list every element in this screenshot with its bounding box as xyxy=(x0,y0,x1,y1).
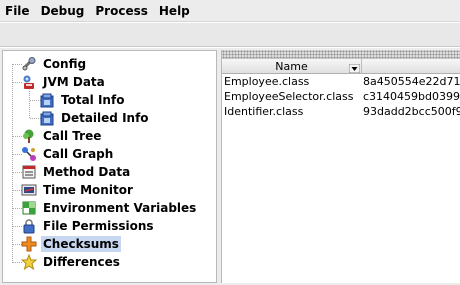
file-name-cell: Identifier.class xyxy=(224,105,304,118)
file-name-cell: EmployeeSelector.class xyxy=(224,90,354,103)
toolbar xyxy=(0,23,460,47)
total-info-icon xyxy=(39,92,55,108)
menu-bar: File Debug Process Help xyxy=(0,0,460,22)
navigation-tree: Config JVM Data Total Info Detailed Info xyxy=(2,50,217,283)
call-tree-icon xyxy=(21,128,37,144)
environment-variables-icon xyxy=(21,200,37,216)
tree-node-checksums[interactable]: Checksums xyxy=(21,235,121,253)
file-name-cell: Employee.class xyxy=(224,75,310,88)
tree-node-method-data[interactable]: Method Data xyxy=(21,163,132,181)
tree-node-differences[interactable]: Differences xyxy=(20,253,122,271)
tree-node-file-permissions[interactable]: File Permissions xyxy=(21,217,156,235)
column-header-checksum[interactable] xyxy=(363,59,460,74)
detailed-info-icon xyxy=(39,110,55,126)
tree-node-time-monitor[interactable]: Time Monitor xyxy=(21,181,135,199)
menu-help[interactable]: Help xyxy=(154,0,196,22)
method-data-icon xyxy=(21,164,37,180)
file-permissions-icon xyxy=(21,218,37,234)
checksum-table-panel: Name Employee.class 8a450554e22d71c7 Emp… xyxy=(221,50,460,283)
tree-node-call-tree[interactable]: Call Tree xyxy=(21,127,103,145)
jvm-data-icon xyxy=(21,74,37,90)
tree-node-call-graph[interactable]: Call Graph xyxy=(21,145,115,163)
tree-node-config[interactable]: Config xyxy=(21,55,88,73)
differences-icon xyxy=(20,253,38,271)
sort-descending-icon[interactable] xyxy=(348,62,361,74)
table-row[interactable]: EmployeeSelector.class c3140459bd039927 xyxy=(222,89,460,104)
table-header: Name xyxy=(222,59,460,74)
checksum-cell: 8a450554e22d71c7 xyxy=(363,75,460,88)
panel-grip[interactable] xyxy=(222,50,460,59)
menu-process[interactable]: Process xyxy=(90,0,154,22)
checksums-icon xyxy=(21,236,37,252)
column-header-name[interactable]: Name xyxy=(222,59,362,74)
main-area: Config JVM Data Total Info Detailed Info xyxy=(0,48,460,285)
table-row[interactable]: Identifier.class 93dadd2bcc500f9b xyxy=(222,104,460,119)
tree-node-environment-variables[interactable]: Environment Variables xyxy=(21,199,198,217)
tree-node-total-info[interactable]: Total Info xyxy=(39,91,126,109)
tree-node-detailed-info[interactable]: Detailed Info xyxy=(39,109,151,127)
menu-debug[interactable]: Debug xyxy=(36,0,91,22)
checksum-cell: c3140459bd039927 xyxy=(363,90,460,103)
time-monitor-icon xyxy=(21,182,37,198)
config-icon xyxy=(21,56,37,72)
table-row[interactable]: Employee.class 8a450554e22d71c7 xyxy=(222,74,460,89)
menu-file[interactable]: File xyxy=(0,0,36,22)
checksum-cell: 93dadd2bcc500f9b xyxy=(363,105,460,118)
call-graph-icon xyxy=(21,146,37,162)
tree-node-jvm-data[interactable]: JVM Data xyxy=(21,73,107,91)
